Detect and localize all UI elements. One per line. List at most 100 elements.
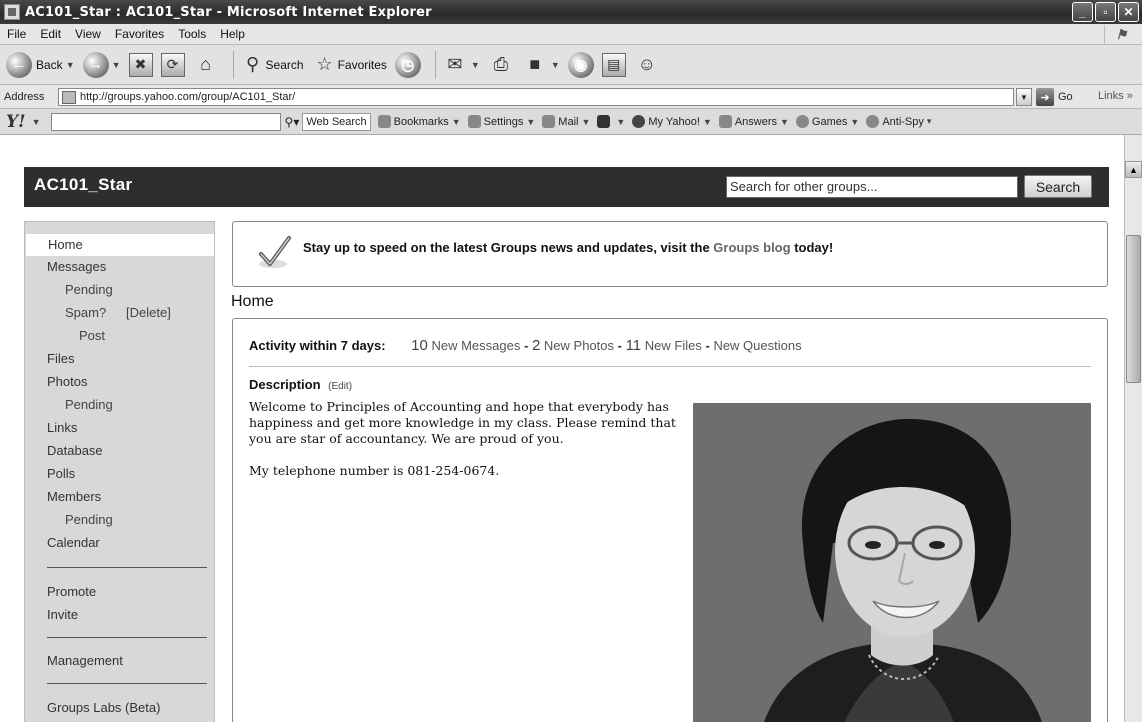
yahoo-logo[interactable]: Y!: [6, 112, 26, 132]
notice-message: Stay up to speed on the latest Groups ne…: [303, 240, 833, 255]
sidebar-item-polls[interactable]: Polls: [47, 466, 75, 481]
group-search-button[interactable]: Search: [1024, 175, 1092, 198]
sidebar-item-spam[interactable]: Spam?: [65, 305, 106, 320]
sidebar-item-groups-labs[interactable]: Groups Labs (Beta): [47, 700, 160, 715]
sidebar-item-promote[interactable]: Promote: [47, 584, 96, 599]
search-label: Search: [265, 57, 304, 72]
printer-icon: ⎙: [493, 54, 509, 74]
scroll-up-arrow-icon[interactable]: ▲: [1125, 161, 1142, 178]
sidebar-item-members-pending[interactable]: Pending: [65, 512, 113, 527]
toolbar-games[interactable]: Games ▼: [795, 115, 859, 128]
sidebar-item-spam-delete[interactable]: [Delete]: [126, 305, 171, 320]
mail-label: Mail: [558, 115, 579, 128]
research-button[interactable]: ▤: [601, 52, 626, 77]
web-search-button[interactable]: Web Search: [302, 112, 371, 131]
sidebar-item-members[interactable]: Members: [47, 489, 101, 504]
home-button[interactable]: ⌂: [193, 52, 219, 78]
go-label: Go: [1058, 91, 1073, 103]
sidebar-item-invite[interactable]: Invite: [47, 607, 78, 622]
forward-arrow-icon: →: [82, 51, 109, 78]
description-body: Welcome to Principles of Accounting and …: [249, 399, 689, 495]
sidebar-item-messages[interactable]: Messages: [47, 259, 106, 274]
new-messages-link[interactable]: New Messages: [431, 338, 520, 353]
sidebar-item-management[interactable]: Management: [47, 653, 123, 668]
maximize-button[interactable]: ▫: [1095, 2, 1116, 22]
answers-icon: [718, 115, 732, 128]
back-label: Back: [36, 57, 63, 72]
menu-edit[interactable]: Edit: [33, 27, 68, 41]
new-files-link[interactable]: New Files: [645, 338, 702, 353]
title-bar[interactable]: AC101_Star : AC101_Star - Microsoft Inte…: [0, 0, 1142, 24]
sidebar-item-database[interactable]: Database: [47, 443, 103, 458]
sidebar-item-home[interactable]: Home: [26, 234, 214, 256]
description-title: Description: [249, 377, 321, 392]
mail-icon: ✉: [447, 54, 463, 74]
stop-button[interactable]: ✖: [128, 52, 153, 77]
menu-help[interactable]: Help: [213, 27, 252, 41]
sidebar-item-files[interactable]: Files: [47, 351, 74, 366]
menu-favorites[interactable]: Favorites: [108, 27, 171, 41]
sidebar-item-calendar[interactable]: Calendar: [47, 535, 100, 550]
discuss-icon: ◉: [567, 51, 594, 78]
search-button[interactable]: ⚲ Search: [240, 52, 304, 78]
new-messages-count: 10: [411, 337, 428, 354]
groups-blog-link[interactable]: Groups blog: [713, 240, 790, 255]
favorites-button[interactable]: ☆ Favorites: [312, 52, 386, 78]
sidebar-divider: [47, 637, 207, 638]
menu-tools[interactable]: Tools: [171, 27, 213, 41]
bookmark-icon: [377, 115, 391, 128]
star-icon: ☆: [316, 54, 333, 74]
group-header: AC101_Star Search for other groups... Se…: [24, 167, 1109, 207]
scrollbar-thumb[interactable]: [1126, 235, 1141, 383]
menu-file[interactable]: File: [0, 27, 33, 41]
minimize-button[interactable]: _: [1072, 2, 1093, 22]
sidebar-item-post[interactable]: Post: [79, 328, 105, 343]
yahoo-search-input[interactable]: [50, 112, 281, 131]
description-edit-link[interactable]: (Edit): [328, 381, 352, 392]
go-button[interactable]: ➜ Go: [1036, 88, 1073, 106]
new-questions-link[interactable]: New Questions: [713, 338, 801, 353]
group-search-input[interactable]: Search for other groups...: [726, 176, 1018, 198]
sidebar-item-photos-pending[interactable]: Pending: [65, 397, 113, 412]
close-button[interactable]: ✕: [1118, 2, 1139, 22]
toolbar-my-yahoo[interactable]: My Yahoo! ▼: [632, 115, 712, 128]
vertical-scrollbar[interactable]: ▲: [1124, 135, 1142, 722]
plus-icon: [597, 115, 611, 128]
menu-view[interactable]: View: [68, 27, 108, 41]
links-toolbar-button[interactable]: Links »: [1098, 90, 1133, 102]
edit-button[interactable]: ■ ▼: [522, 52, 559, 78]
forward-button[interactable]: → ▼: [82, 51, 121, 78]
address-input[interactable]: http://groups.yahoo.com/group/AC101_Star…: [58, 88, 1014, 106]
chevron-down-icon[interactable]: ▼: [32, 117, 41, 127]
toolbar-bookmarks[interactable]: Bookmarks ▼: [377, 115, 461, 128]
print-button[interactable]: ⎙: [488, 52, 514, 78]
description-heading: Description (Edit): [249, 377, 352, 392]
toolbar-mail[interactable]: Mail ▼: [542, 115, 590, 128]
group-name[interactable]: AC101_Star: [34, 175, 132, 195]
new-photos-link[interactable]: New Photos: [544, 338, 614, 353]
activity-summary: Activity within 7 days: 10 New Messages …: [249, 337, 802, 354]
sidebar-item-links[interactable]: Links: [47, 420, 77, 435]
window-controls: _ ▫ ✕: [1072, 2, 1139, 22]
back-button[interactable]: ← Back ▼: [6, 51, 75, 78]
history-button[interactable]: ◷: [394, 51, 421, 78]
sidebar-item-messages-pending[interactable]: Pending: [65, 282, 113, 297]
research-icon: ▤: [601, 52, 626, 77]
search-icon: ⚲: [245, 54, 260, 74]
toolbar-anti-spy[interactable]: Anti-Spy ▾: [866, 115, 931, 128]
new-files-count: 11: [625, 337, 642, 354]
toolbar-answers[interactable]: Answers ▼: [718, 115, 789, 128]
anti-spy-label: Anti-Spy: [882, 115, 924, 128]
toolbar-settings[interactable]: Settings ▼: [467, 115, 535, 128]
address-dropdown-button[interactable]: ▼: [1016, 88, 1032, 106]
go-arrow-icon: ➜: [1036, 88, 1054, 106]
refresh-button[interactable]: ⟳: [160, 52, 185, 77]
discuss-button[interactable]: ◉: [567, 51, 594, 78]
mail-button[interactable]: ✉ ▼: [442, 52, 479, 78]
ie-page-icon: [4, 4, 20, 20]
sidebar-item-photos[interactable]: Photos: [47, 374, 87, 389]
history-icon: ◷: [394, 51, 421, 78]
toolbar-plus[interactable]: ▼: [597, 115, 625, 128]
search-icon[interactable]: ⚲▾: [285, 115, 300, 129]
messenger-button[interactable]: ☺: [634, 52, 660, 78]
